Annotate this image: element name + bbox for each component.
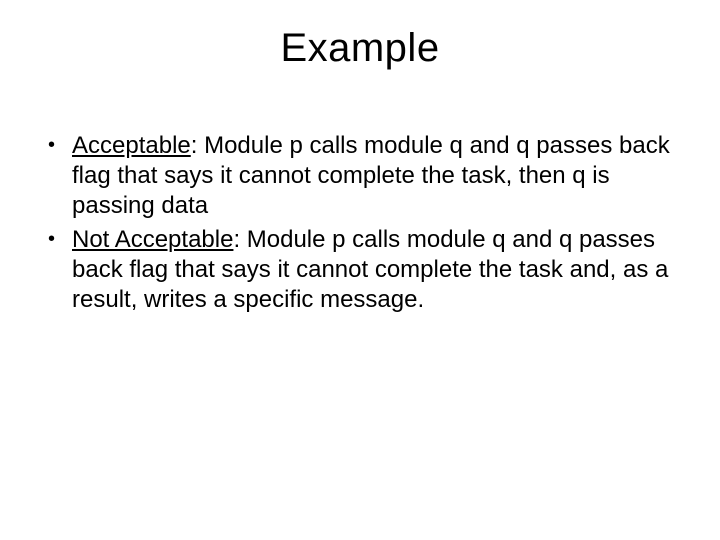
slide-title: Example [40, 26, 680, 71]
list-item: Not Acceptable: Module p calls module q … [44, 225, 680, 315]
bullet-list: Acceptable: Module p calls module q and … [44, 131, 680, 315]
list-item: Acceptable: Module p calls module q and … [44, 131, 680, 221]
bullet-lead: Acceptable [72, 132, 191, 159]
bullet-lead: Not Acceptable [72, 226, 233, 253]
slide: Example Acceptable: Module p calls modul… [0, 0, 720, 540]
